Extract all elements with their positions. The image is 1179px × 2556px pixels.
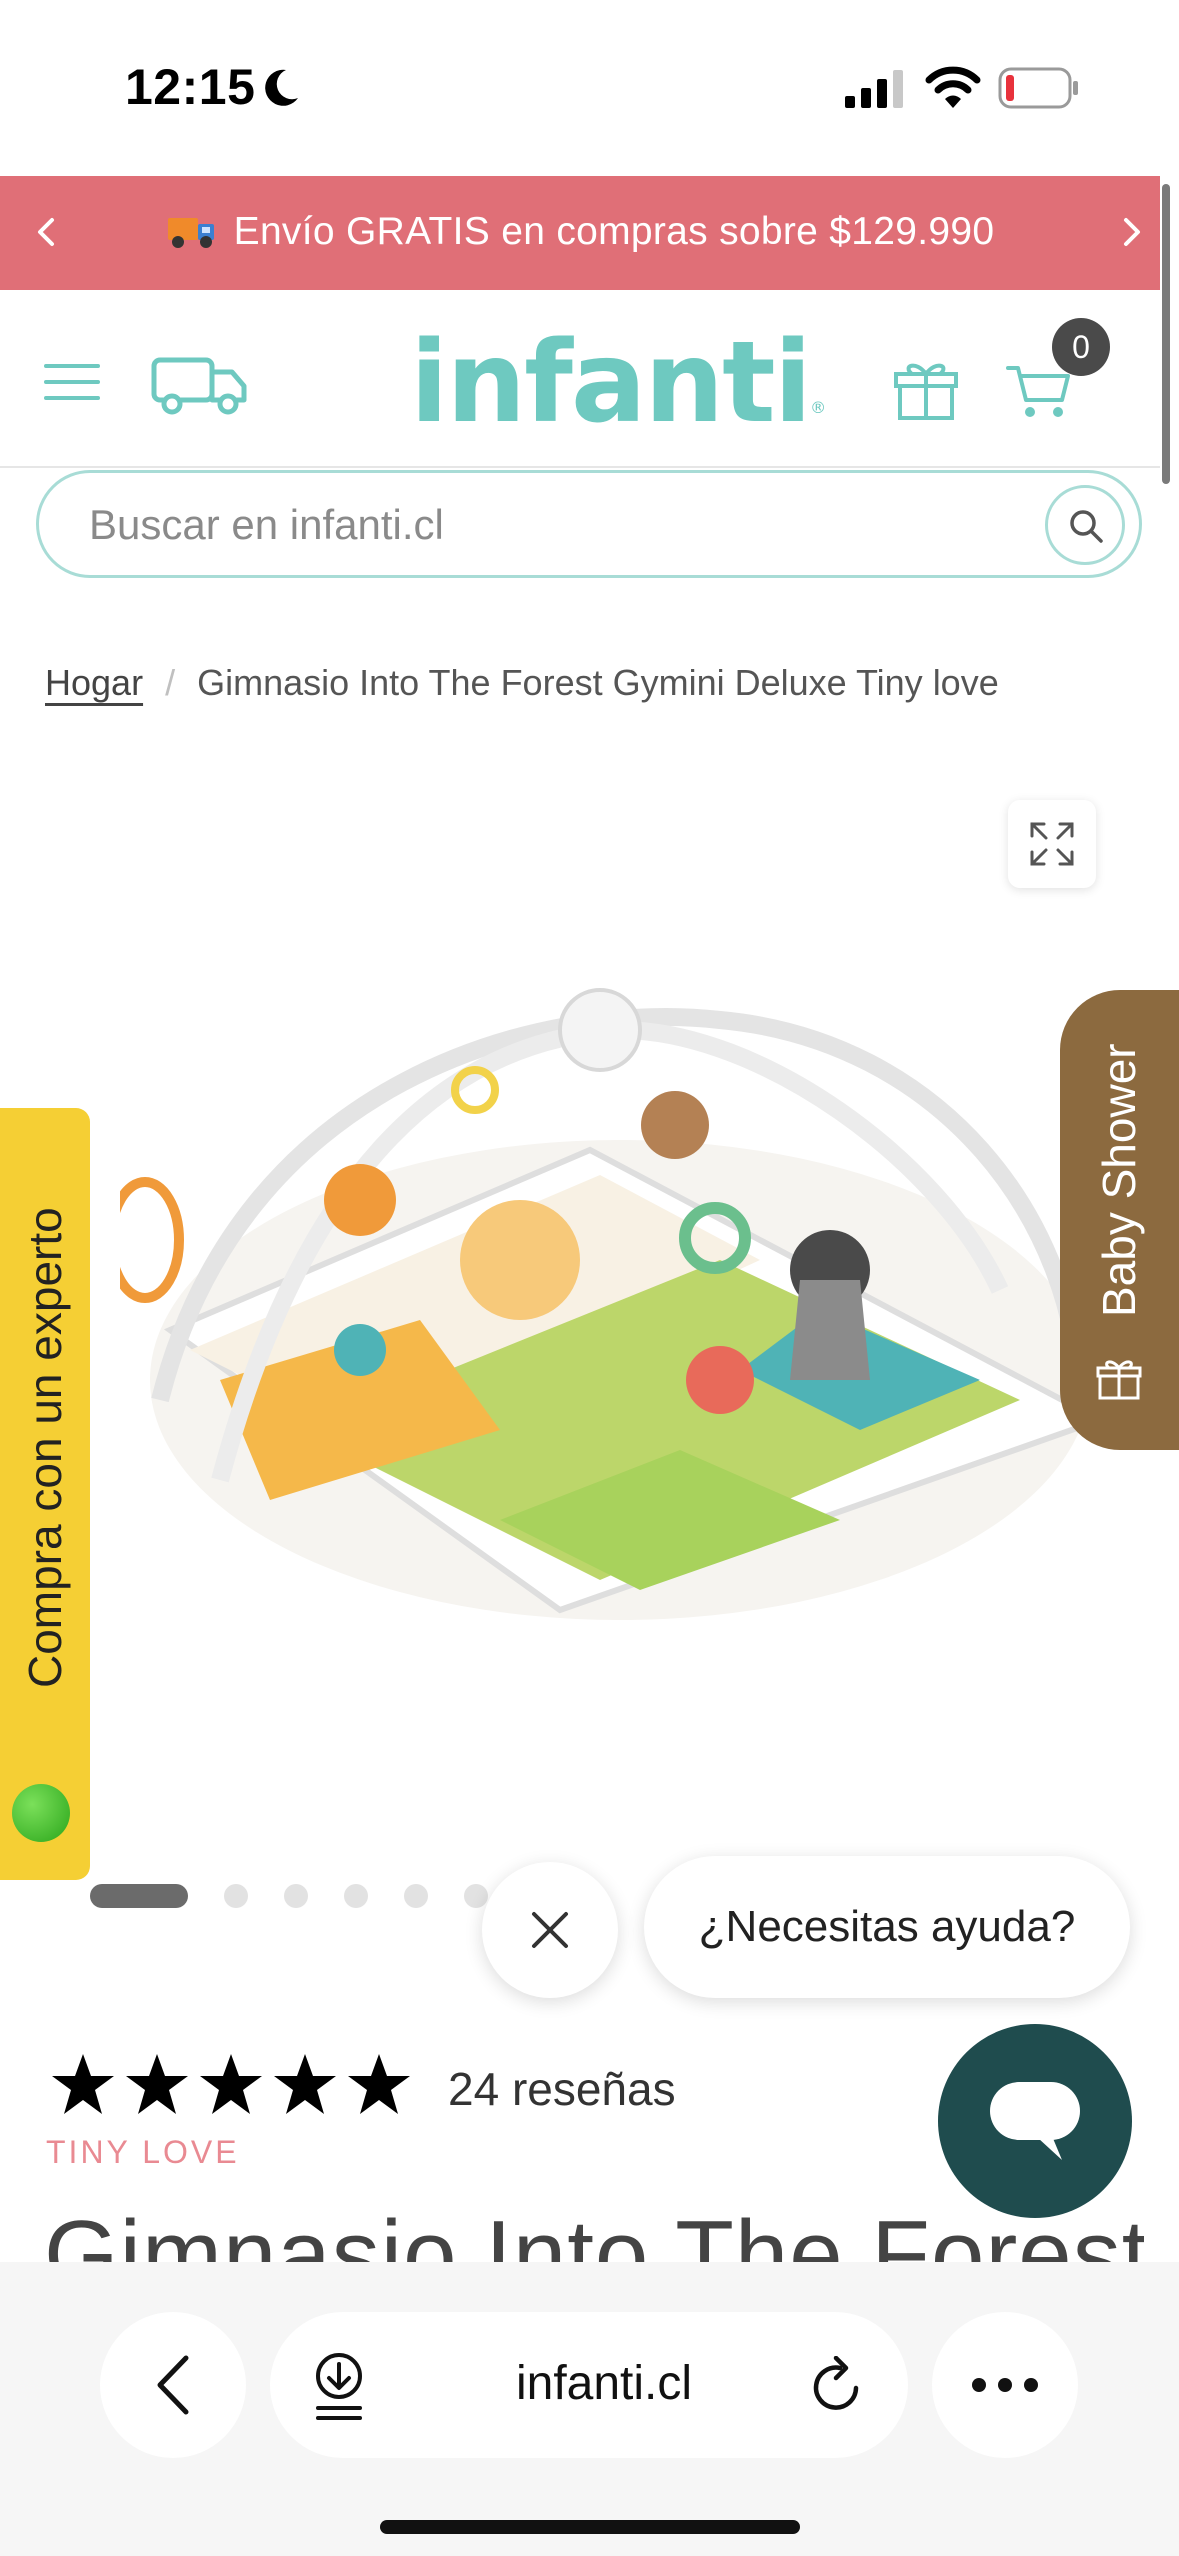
gift-icon[interactable] bbox=[894, 356, 958, 422]
search-button[interactable] bbox=[1045, 485, 1125, 565]
back-button[interactable] bbox=[100, 2312, 246, 2458]
gift-icon bbox=[1096, 1360, 1142, 1400]
product-title: Gimnasio Into The Forest Gymini Deluxe T… bbox=[44, 2200, 1144, 2264]
signal-icon bbox=[845, 70, 903, 108]
promo-message: Envío GRATIS en compras sobre $129.990 bbox=[0, 210, 1160, 254]
carousel-dot[interactable] bbox=[404, 1884, 428, 1908]
carousel-dot[interactable] bbox=[224, 1884, 248, 1908]
expert-tab-label: Compra con un experto bbox=[19, 1207, 71, 1689]
carousel-dot[interactable] bbox=[284, 1884, 308, 1908]
product-title-text: Gimnasio Into The Forest Gymini Deluxe T… bbox=[44, 2201, 1144, 2264]
home-indicator[interactable] bbox=[380, 2520, 800, 2534]
promo-text: Envío GRATIS en compras sobre $129.990 bbox=[233, 210, 995, 253]
more-options-button[interactable] bbox=[932, 2312, 1078, 2458]
address-bar[interactable]: infanti.cl bbox=[270, 2312, 908, 2458]
battery-icon bbox=[998, 67, 1078, 109]
carousel-dot[interactable] bbox=[344, 1884, 368, 1908]
online-status-indicator bbox=[12, 1784, 70, 1842]
site-header: infanti® 0 bbox=[0, 290, 1160, 468]
reload-icon[interactable] bbox=[810, 2356, 866, 2416]
more-icon bbox=[972, 2378, 1038, 2392]
search-input[interactable] bbox=[89, 497, 989, 553]
carousel-dot-active[interactable] bbox=[90, 1884, 188, 1908]
fullscreen-button[interactable] bbox=[1008, 800, 1096, 888]
star-icon bbox=[348, 2054, 410, 2114]
menu-icon[interactable] bbox=[44, 362, 100, 402]
star-icon bbox=[274, 2054, 336, 2114]
star-icon bbox=[52, 2054, 114, 2114]
breadcrumb-current: Gimnasio Into The Forest Gymini Deluxe T… bbox=[197, 662, 999, 703]
product-image[interactable] bbox=[120, 960, 1120, 1660]
scrollbar[interactable] bbox=[1162, 184, 1170, 484]
search-bar bbox=[36, 470, 1142, 578]
carousel-dot[interactable] bbox=[464, 1884, 488, 1908]
baby-shower-label: Baby Shower bbox=[1093, 1043, 1145, 1317]
star-icon bbox=[126, 2054, 188, 2114]
review-count[interactable]: 24 reseñas bbox=[448, 2062, 676, 2116]
chat-bubble-icon bbox=[990, 2082, 1080, 2160]
search-icon bbox=[1070, 510, 1103, 543]
shipping-truck-icon[interactable] bbox=[150, 354, 250, 416]
chevron-left-icon bbox=[157, 2355, 189, 2415]
star-icon bbox=[200, 2054, 262, 2114]
moon-icon bbox=[265, 69, 298, 106]
help-close-button[interactable] bbox=[482, 1862, 618, 1998]
logo-registered-mark: ® bbox=[810, 398, 826, 417]
breadcrumb-home-link[interactable]: Hogar bbox=[45, 662, 143, 703]
help-bubble[interactable]: ¿Necesitas ayuda? bbox=[644, 1856, 1130, 1998]
breadcrumb: Hogar / Gimnasio Into The Forest Gymini De… bbox=[45, 662, 999, 704]
download-icon[interactable] bbox=[310, 2352, 368, 2422]
status-bar: 12:15 bbox=[0, 0, 1179, 176]
chat-button[interactable] bbox=[938, 2024, 1132, 2218]
expert-shopping-tab[interactable]: Compra con un experto bbox=[0, 1108, 90, 1880]
product-brand[interactable]: TINY LOVE bbox=[46, 2134, 240, 2171]
wifi-icon bbox=[925, 66, 981, 108]
cart-icon[interactable] bbox=[1006, 362, 1072, 422]
baby-shower-tab[interactable]: Baby Shower bbox=[1060, 990, 1179, 1450]
breadcrumb-separator: / bbox=[165, 662, 176, 703]
browser-toolbar: infanti.cl bbox=[0, 2262, 1179, 2556]
expand-icon bbox=[1030, 822, 1074, 866]
infanti-logo[interactable]: infanti® bbox=[410, 318, 826, 448]
url-text: infanti.cl bbox=[515, 2357, 693, 2410]
chevron-right-icon[interactable] bbox=[1110, 202, 1154, 262]
logo-text: infanti bbox=[410, 318, 812, 448]
promo-bar: Envío GRATIS en compras sobre $129.990 bbox=[0, 176, 1160, 290]
delivery-truck-icon bbox=[167, 218, 214, 248]
cart-count-badge[interactable]: 0 bbox=[1052, 318, 1110, 376]
close-icon bbox=[532, 1912, 568, 1948]
status-time: 12:15 bbox=[125, 59, 256, 115]
